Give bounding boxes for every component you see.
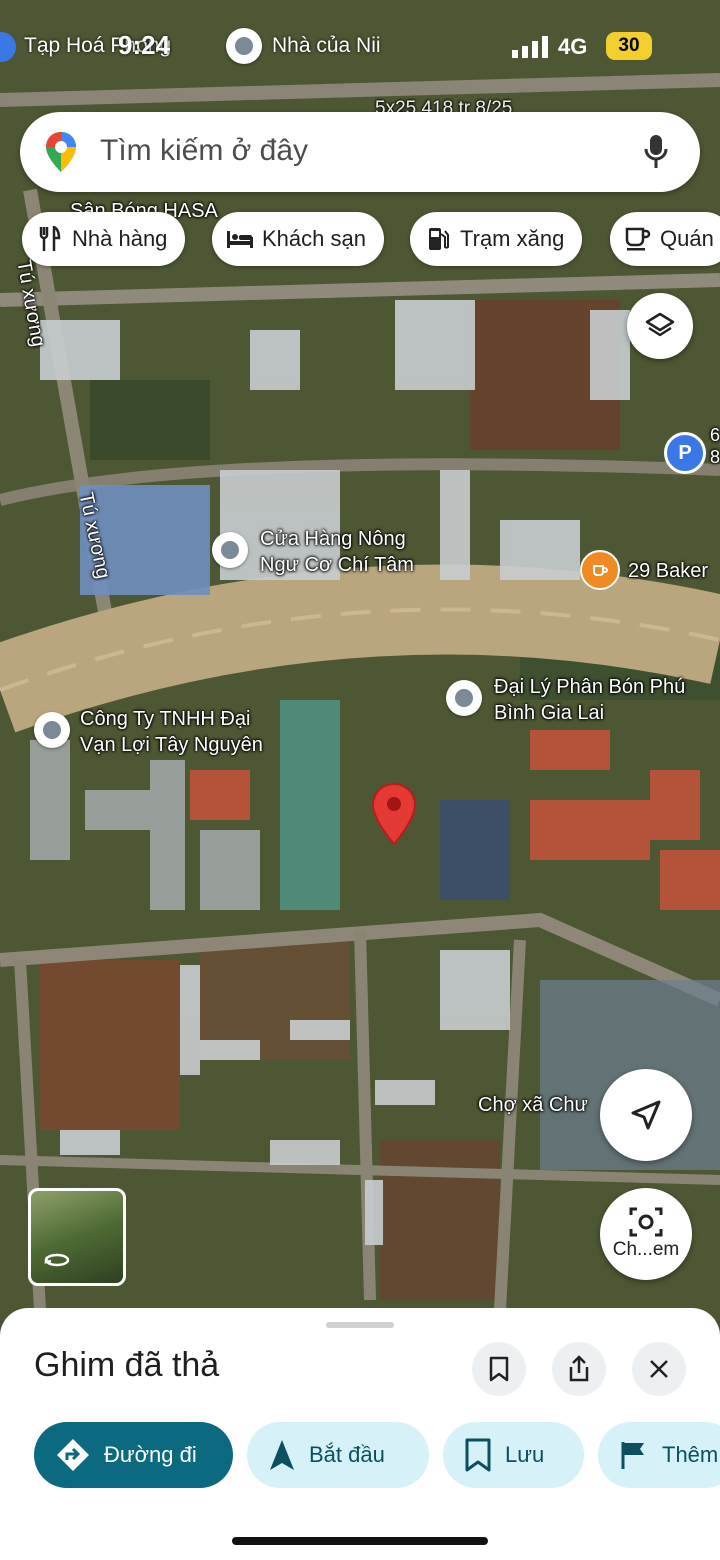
map-label-store[interactable]: Cửa Hàng Nông Ngư Cơ Chí Tâm [260, 526, 450, 578]
save-label: Lưu [505, 1442, 545, 1467]
add-label-text: Thêm [662, 1442, 719, 1467]
my-location-button[interactable] [600, 1069, 692, 1161]
chip-cafes[interactable]: Quán [610, 212, 720, 266]
layers-icon [645, 312, 675, 337]
camera-search-button[interactable]: Ch...em [600, 1188, 692, 1280]
home-indicator[interactable] [232, 1537, 488, 1545]
layers-button[interactable] [627, 293, 693, 359]
dropped-pin-icon[interactable] [371, 782, 417, 848]
map-label-company[interactable]: Công Ty TNHH Đại Vạn Lợi Tây Nguyên [80, 706, 290, 758]
place-bottom-sheet[interactable]: Ghim đã thả Đường đi Bắt đầu Lưu Thêm [0, 1308, 720, 1560]
signal-icon [512, 36, 548, 58]
chip-label: Khách sạn [262, 226, 366, 251]
camera-icon [629, 1207, 663, 1237]
navigation-arrow-icon [631, 1100, 661, 1130]
share-icon [569, 1355, 589, 1382]
chip-gas-stations[interactable]: Trạm xăng [410, 212, 583, 266]
sheet-drag-handle[interactable] [326, 1322, 394, 1328]
directions-icon [56, 1438, 90, 1472]
fork-knife-icon [36, 225, 64, 253]
start-button[interactable]: Bắt đầu [247, 1422, 429, 1488]
store-pin-icon[interactable] [212, 532, 248, 568]
chip-hotels[interactable]: Khách sạn [212, 212, 384, 266]
chip-label: Trạm xăng [460, 226, 565, 251]
company-pin-icon[interactable] [34, 712, 70, 748]
coffee-cup-icon [624, 225, 652, 253]
bookmark-button[interactable] [472, 1342, 526, 1396]
map-label-fertilizer[interactable]: Đại Lý Phân Bón Phú Bình Gia Lai [494, 674, 694, 726]
save-button[interactable]: Lưu [443, 1422, 584, 1488]
back-app-icon[interactable] [0, 32, 16, 62]
share-button[interactable] [552, 1342, 606, 1396]
search-bar[interactable]: Tìm kiếm ở đây [20, 112, 700, 192]
chip-label: Quán [660, 226, 714, 251]
map-label-market[interactable]: Chợ xã Chư [478, 1092, 588, 1118]
add-label-button[interactable]: Thêm [598, 1422, 720, 1488]
bookmark-icon [465, 1438, 491, 1472]
bookmark-icon [489, 1356, 509, 1382]
start-label: Bắt đầu [309, 1442, 385, 1467]
flag-icon [620, 1440, 648, 1470]
fertilizer-pin-icon[interactable] [446, 680, 482, 716]
parking-icon[interactable]: P [664, 432, 706, 474]
home-pin-icon[interactable] [226, 28, 262, 64]
status-time: 9:24 [118, 30, 171, 60]
directions-button[interactable]: Đường đi [34, 1422, 233, 1488]
map-label-parking: 6 8 [710, 425, 720, 467]
close-icon [650, 1360, 668, 1378]
directions-label: Đường đi [104, 1442, 197, 1467]
home-label[interactable]: Nhà của Nii [272, 34, 381, 58]
cafe-pin-icon[interactable] [580, 550, 620, 590]
navigation-arrow-icon [269, 1439, 295, 1471]
bed-icon [226, 225, 254, 253]
street-view-thumbnail[interactable] [28, 1188, 126, 1286]
chip-label: Nhà hàng [72, 226, 168, 251]
sheet-title: Ghim đã thả [34, 1346, 220, 1384]
status-bar: Tạp Hoá Phong 9:24 Nhà của Nii 4G 30 [0, 26, 720, 70]
camera-button-label: Ch...em [612, 1239, 680, 1260]
chip-restaurants[interactable]: Nhà hàng [22, 212, 186, 266]
rotate-360-icon [44, 1253, 70, 1267]
battery-indicator: 30 [606, 32, 652, 60]
microphone-icon[interactable] [644, 134, 668, 170]
gas-pump-icon [424, 225, 452, 253]
network-type: 4G [558, 34, 588, 59]
google-maps-logo-icon [46, 132, 76, 172]
close-button[interactable] [632, 1342, 686, 1396]
map-label-bakery[interactable]: 29 Baker [628, 558, 708, 584]
search-input[interactable]: Tìm kiếm ở đây [100, 134, 308, 168]
